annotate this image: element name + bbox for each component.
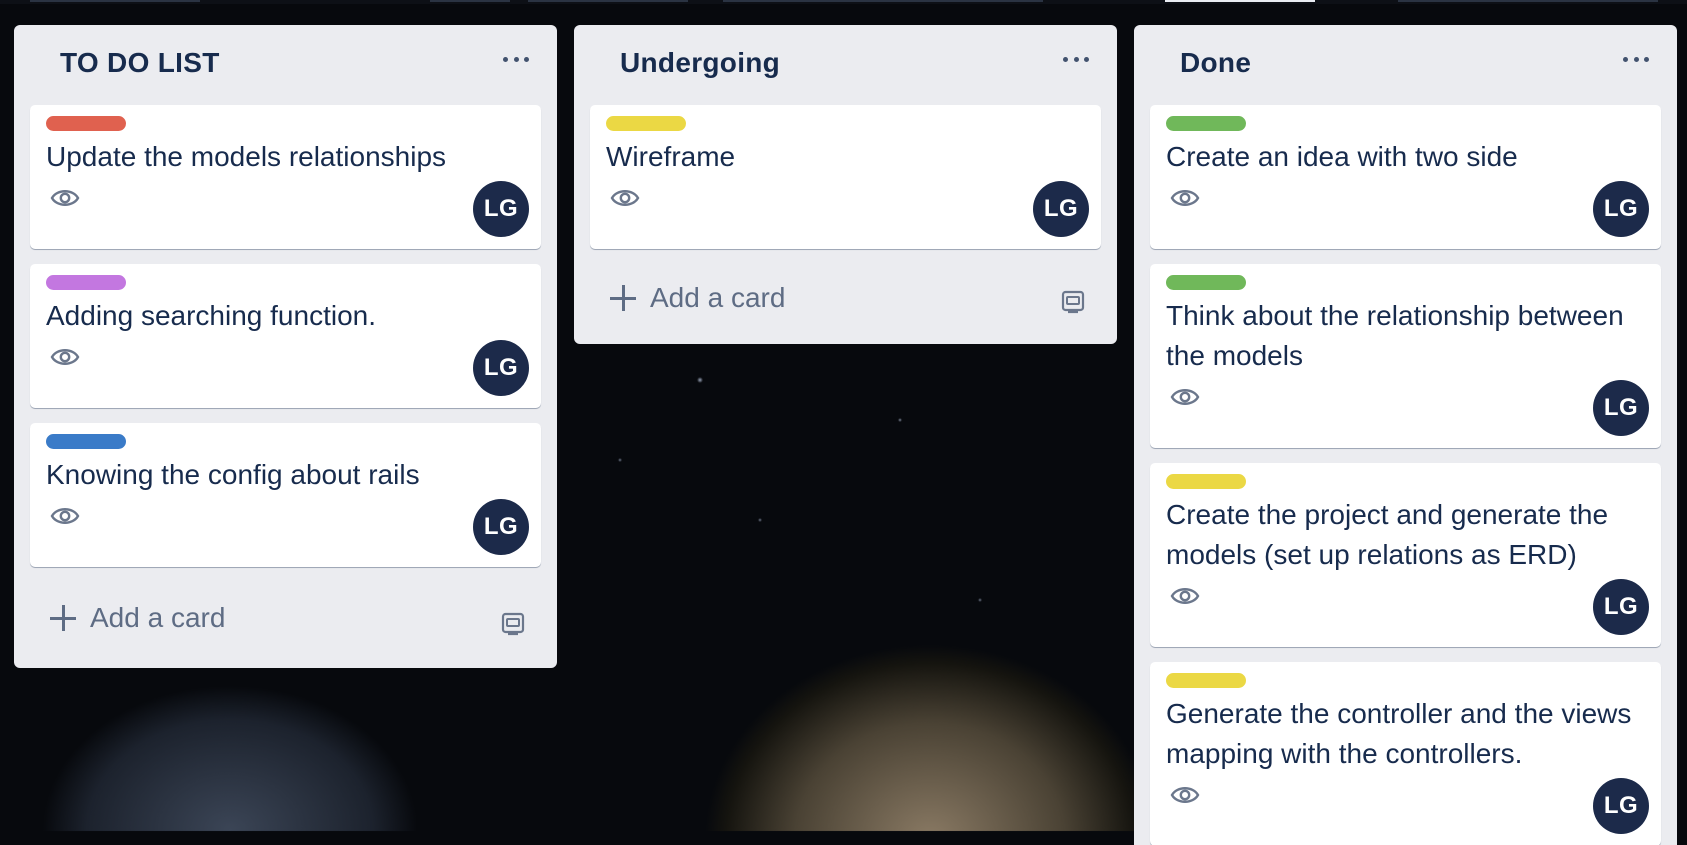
member-avatar[interactable]: LG xyxy=(1593,778,1649,834)
member-avatar[interactable]: LG xyxy=(1593,181,1649,237)
card-badges: LG xyxy=(1166,179,1649,237)
member-avatar[interactable]: LG xyxy=(473,499,529,555)
list-footer: Add a card xyxy=(30,582,541,668)
more-horizontal-icon[interactable] xyxy=(1063,57,1089,63)
eye-icon xyxy=(1170,389,1200,405)
plus-icon xyxy=(50,605,76,631)
eye-icon xyxy=(1170,787,1200,803)
list-header: Done xyxy=(1150,25,1661,105)
card-label xyxy=(1166,673,1246,688)
card-badges: LG xyxy=(46,497,529,555)
card-badges: LG xyxy=(606,179,1089,237)
list-undergoing: Undergoing Wireframe LG Add a card xyxy=(574,25,1117,344)
add-card-label: Add a card xyxy=(650,282,786,313)
card-badges: LG xyxy=(1166,378,1649,436)
add-card-button[interactable]: Add a card xyxy=(610,282,785,314)
card[interactable]: Adding searching function. LG xyxy=(30,264,541,408)
card-label xyxy=(1166,116,1246,131)
card-label xyxy=(46,434,126,449)
card-label xyxy=(1166,474,1246,489)
more-horizontal-icon[interactable] xyxy=(1623,57,1649,63)
list-todo: TO DO LIST Update the models relationshi… xyxy=(14,25,557,668)
card[interactable]: Create the project and generate the mode… xyxy=(1150,463,1661,647)
plus-icon xyxy=(610,285,636,311)
add-card-label: Add a card xyxy=(90,602,226,633)
member-avatar[interactable]: LG xyxy=(473,340,529,396)
card-badges: LG xyxy=(1166,577,1649,635)
list-header: TO DO LIST xyxy=(30,25,541,105)
card[interactable]: Generate the controller and the views ma… xyxy=(1150,662,1661,845)
list-done: Done Create an idea with two side LG Thi… xyxy=(1134,25,1677,845)
card-template-icon[interactable] xyxy=(499,610,527,638)
member-avatar[interactable]: LG xyxy=(1033,181,1089,237)
card[interactable]: Create an idea with two side LG xyxy=(1150,105,1661,249)
card-title: Create an idea with two side xyxy=(1166,141,1518,172)
list-title[interactable]: Undergoing xyxy=(620,47,780,79)
card-title: Knowing the config about rails xyxy=(46,459,420,490)
eye-icon xyxy=(50,349,80,365)
background-top-strip xyxy=(0,0,1687,4)
card-title: Adding searching function. xyxy=(46,300,376,331)
eye-icon xyxy=(50,508,80,524)
card-badges: LG xyxy=(46,338,529,396)
list-footer: Add a card xyxy=(590,264,1101,344)
member-avatar[interactable]: LG xyxy=(473,181,529,237)
card-badges: LG xyxy=(1166,776,1649,834)
list-title[interactable]: Done xyxy=(1180,47,1251,79)
card-label xyxy=(46,275,126,290)
card-template-icon[interactable] xyxy=(1059,288,1087,316)
card-title: Update the models relationships xyxy=(46,141,447,172)
member-avatar[interactable]: LG xyxy=(1593,380,1649,436)
card[interactable]: Knowing the config about rails LG xyxy=(30,423,541,567)
eye-icon xyxy=(1170,190,1200,206)
card-badges: LG xyxy=(46,179,529,237)
card-title: Create the project and generate the mode… xyxy=(1166,499,1609,570)
list-title[interactable]: TO DO LIST xyxy=(60,47,220,79)
card-title: Think about the relationship between the… xyxy=(1166,300,1624,371)
card-label xyxy=(606,116,686,131)
eye-icon xyxy=(610,190,640,206)
eye-icon xyxy=(1170,588,1200,604)
list-header: Undergoing xyxy=(590,25,1101,105)
card-title: Wireframe xyxy=(606,141,736,172)
add-card-button[interactable]: Add a card xyxy=(50,602,225,634)
more-horizontal-icon[interactable] xyxy=(503,57,529,63)
card[interactable]: Think about the relationship between the… xyxy=(1150,264,1661,448)
card-label xyxy=(1166,275,1246,290)
card[interactable]: Update the models relationships LG xyxy=(30,105,541,249)
member-avatar[interactable]: LG xyxy=(1593,579,1649,635)
eye-icon xyxy=(50,190,80,206)
card-label xyxy=(46,116,126,131)
card[interactable]: Wireframe LG xyxy=(590,105,1101,249)
card-title: Generate the controller and the views ma… xyxy=(1166,698,1632,769)
